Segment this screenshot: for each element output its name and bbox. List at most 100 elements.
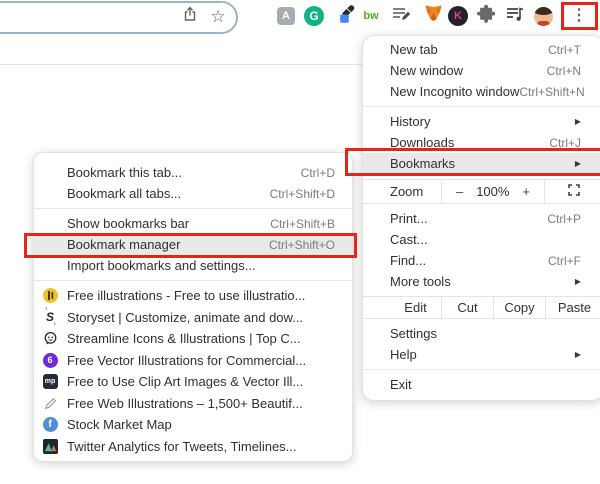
metamask-extension-button[interactable] (421, 5, 445, 27)
menu-item-settings[interactable]: Settings (363, 323, 600, 344)
zoom-value: 100% (476, 184, 510, 199)
bookmark-label: Free Vector Illustrations for Commercial… (67, 352, 307, 368)
menu-item-new-tab[interactable]: New tab Ctrl+T (363, 39, 600, 60)
menu-separator (34, 208, 352, 209)
formfiller-extension-button[interactable] (389, 5, 413, 27)
zoom-label: Zoom (390, 184, 424, 199)
keeper-k-icon: K (448, 6, 468, 26)
menu-item-label: Show bookmarks bar (67, 216, 190, 231)
menu-item-shortcut: Ctrl+Shift+B (270, 216, 335, 231)
bitmoji-avatar-icon (533, 6, 553, 26)
menu-item-shortcut: Ctrl+D (300, 165, 335, 180)
bookmark-item[interactable]: Twitter Analytics for Tweets, Timelines.… (34, 436, 352, 458)
streamline-face-icon (42, 331, 58, 347)
bookmark-label: Twitter Analytics for Tweets, Timelines.… (67, 438, 297, 454)
bookmark-label: Free Web Illustrations – 1,500+ Beautif.… (67, 395, 303, 411)
edit-label: Edit (404, 300, 427, 315)
browser-main-menu: New tab Ctrl+T New window Ctrl+N New Inc… (362, 35, 600, 401)
finviz-letter: f (42, 417, 58, 433)
menu-item-bookmark-all-tabs[interactable]: Bookmark all tabs... Ctrl+Shift+D (34, 183, 352, 204)
menu-item-new-window[interactable]: New window Ctrl+N (363, 60, 600, 81)
share-icon (182, 6, 198, 27)
pdf-extension-button[interactable]: A (274, 5, 298, 27)
bookmark-item[interactable]: Free Web Illustrations – 1,500+ Beautif.… (34, 393, 352, 415)
purple-vector-icon: 6 (42, 352, 58, 368)
annotation-box-bookmark-manager (24, 233, 357, 258)
mp-clipart-icon: mp (42, 374, 58, 390)
icons8-illustrations-icon (42, 288, 58, 304)
extensions-button[interactable] (474, 4, 498, 27)
menu-item-label: Exit (390, 377, 412, 392)
share-button[interactable] (180, 6, 200, 26)
annotation-box-bookmarks (345, 148, 600, 176)
menu-item-bookmark-this-tab[interactable]: Bookmark this tab... Ctrl+D (34, 162, 352, 183)
colorpicker-extension-button[interactable] (334, 4, 358, 29)
menu-item-print[interactable]: Print... Ctrl+P (363, 208, 600, 229)
zoom-out-button[interactable]: – (456, 184, 463, 199)
bookmark-label: Stock Market Map (67, 417, 172, 433)
edit-row: Edit Cut Copy Paste (363, 296, 600, 319)
menu-item-shortcut: Ctrl+T (548, 42, 581, 57)
menu-item-label: Print... (390, 211, 428, 226)
purple-vector-letter: 6 (42, 352, 58, 368)
menu-item-import-bookmarks[interactable]: Import bookmarks and settings... (34, 255, 352, 276)
address-bar[interactable] (0, 1, 238, 34)
bookmark-label: Storyset | Customize, animate and dow... (67, 309, 304, 325)
menu-item-find[interactable]: Find... Ctrl+F (363, 250, 600, 271)
submenu-arrow-icon: ▶ (574, 350, 581, 359)
menu-item-label: Settings (390, 326, 437, 341)
menu-item-shortcut: Ctrl+N (546, 63, 581, 78)
eyedropper-icon (336, 4, 356, 29)
zoom-in-button[interactable]: + (522, 184, 530, 199)
bookmark-item[interactable]: Streamline Icons & Illustrations | Top C… (34, 328, 352, 350)
menu-item-shortcut: Ctrl+Shift+N (519, 84, 585, 99)
bookmark-star-button[interactable]: ☆ (208, 6, 228, 26)
menu-item-label: New Incognito window (390, 84, 520, 99)
paste-button[interactable]: Paste (545, 297, 600, 318)
menu-separator (363, 369, 600, 370)
menu-separator (34, 280, 352, 281)
menu-item-new-incognito[interactable]: New Incognito window Ctrl+Shift+N (363, 81, 600, 102)
zoom-row: Zoom – 100% + (363, 179, 600, 204)
menu-item-help[interactable]: Help ▶ (363, 344, 600, 365)
grammarly-extension-button[interactable]: G (302, 5, 326, 27)
star-icon: ☆ (210, 6, 226, 26)
bookmark-item[interactable]: Free illustrations - Free to use illustr… (34, 285, 352, 307)
menu-item-cast[interactable]: Cast... (363, 229, 600, 250)
fullscreen-button[interactable] (545, 180, 600, 203)
mp-letters: mp (42, 374, 58, 390)
submenu-arrow-icon: ▶ (574, 117, 581, 126)
menu-item-show-bookmarks-bar[interactable]: Show bookmarks bar Ctrl+Shift+B (34, 213, 352, 234)
fullscreen-icon (568, 184, 580, 199)
menu-item-label: Import bookmarks and settings... (67, 258, 256, 273)
copy-button[interactable]: Copy (493, 297, 545, 318)
menu-item-more-tools[interactable]: More tools ▶ (363, 271, 600, 292)
menu-item-shortcut: Ctrl+P (547, 211, 581, 226)
bw-icon: bw (363, 10, 379, 22)
profile-avatar-button[interactable] (531, 5, 555, 27)
menu-item-label: Bookmark this tab... (67, 165, 182, 180)
bookmark-item[interactable]: mp Free to Use Clip Art Images & Vector … (34, 371, 352, 393)
metamask-fox-icon (423, 4, 444, 29)
keeper-extension-button[interactable]: K (446, 5, 470, 27)
storyset-letter: S (45, 306, 56, 327)
adobe-pdf-icon: A (277, 7, 295, 25)
address-input[interactable] (0, 5, 140, 22)
menu-separator (363, 106, 600, 107)
submenu-arrow-icon: ▶ (574, 277, 581, 286)
menu-item-history[interactable]: History ▶ (363, 111, 600, 132)
cut-button[interactable]: Cut (441, 297, 493, 318)
chart-triangles-icon (42, 438, 58, 454)
playlist-extension-button[interactable] (503, 5, 527, 27)
menu-item-label: More tools (390, 274, 451, 289)
menu-item-label: New tab (390, 42, 438, 57)
bookmark-item[interactable]: f Stock Market Map (34, 414, 352, 436)
menu-item-exit[interactable]: Exit (363, 374, 600, 395)
storyset-icon: S (42, 306, 58, 327)
bookmark-item[interactable]: S Storyset | Customize, animate and dow.… (34, 306, 352, 329)
bw-extension-button[interactable]: bw (359, 5, 383, 27)
finviz-icon: f (42, 417, 58, 433)
menu-item-label: Cast... (390, 232, 428, 247)
bookmark-label: Free to Use Clip Art Images & Vector Ill… (67, 374, 304, 390)
bookmark-item[interactable]: 6 Free Vector Illustrations for Commerci… (34, 350, 352, 372)
